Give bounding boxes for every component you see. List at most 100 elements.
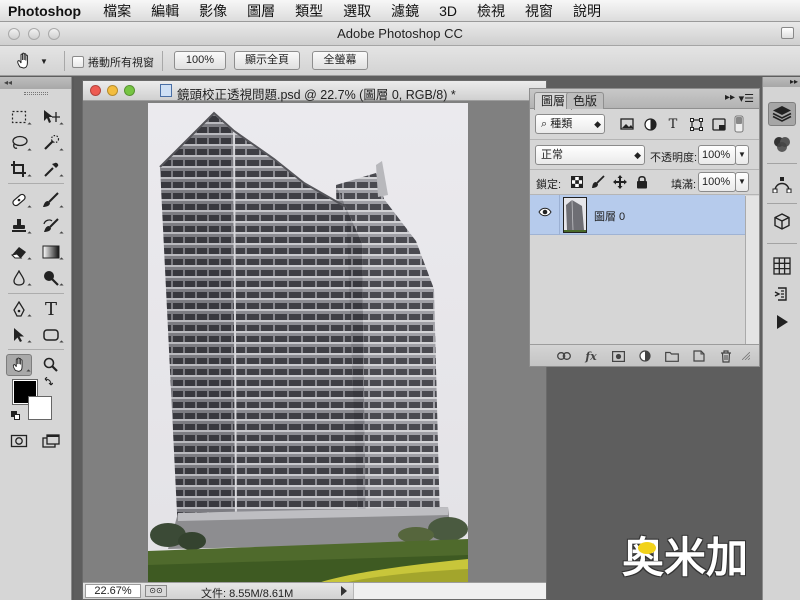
menu-file[interactable]: 檔案: [93, 1, 141, 21]
dock-collapse[interactable]: ▸▸: [763, 77, 800, 87]
path-selection-tool[interactable]: [6, 324, 32, 346]
lock-all-icon[interactable]: [633, 173, 651, 191]
quick-selection-tool[interactable]: [38, 132, 64, 154]
dodge-tool[interactable]: [38, 267, 64, 289]
filter-toggle-switch[interactable]: [734, 115, 744, 133]
scroll-all-windows-checkbox[interactable]: [72, 56, 84, 68]
layer-thumbnail[interactable]: [563, 197, 587, 233]
eraser-tool[interactable]: [6, 241, 32, 263]
lasso-tool[interactable]: [6, 132, 32, 154]
fullscreen-window-button[interactable]: [781, 27, 794, 39]
menu-filter[interactable]: 濾鏡: [381, 1, 429, 21]
move-tool[interactable]: [38, 106, 64, 128]
menu-3d[interactable]: 3D: [429, 3, 467, 19]
history-brush-tool[interactable]: [38, 215, 64, 237]
spot-healing-brush-tool[interactable]: [6, 189, 32, 211]
opacity-field[interactable]: 100%: [698, 145, 736, 165]
actual-pixels-button[interactable]: 100%: [174, 51, 226, 70]
layer-name[interactable]: 圖層 0: [594, 208, 625, 224]
swap-colors-icon[interactable]: [43, 376, 54, 390]
brush-tool[interactable]: [38, 189, 64, 211]
opacity-dropdown-icon[interactable]: ▼: [735, 145, 749, 165]
channels-icon[interactable]: [768, 132, 796, 156]
panel-menu-icon[interactable]: ▾☰: [739, 92, 754, 105]
3d-icon[interactable]: [768, 210, 796, 234]
blend-mode-select[interactable]: 正常 ◆: [535, 145, 645, 165]
layer-style-fx-icon[interactable]: fx: [583, 348, 599, 364]
rectangular-marquee-tool[interactable]: [6, 106, 32, 128]
eyedropper-tool[interactable]: [38, 158, 64, 180]
type-tool[interactable]: T: [38, 298, 64, 320]
screen-mode-button[interactable]: [38, 430, 64, 452]
status-menu-arrow-icon[interactable]: [341, 586, 347, 596]
actions-play-icon[interactable]: [768, 310, 796, 334]
document-status-bar: 22.67% ⊙⊙ 文件: 8.55M/8.61M: [83, 582, 546, 600]
link-layers-icon[interactable]: [556, 348, 572, 364]
lock-transparency-icon[interactable]: [568, 173, 586, 191]
default-colors-icon[interactable]: [11, 411, 20, 420]
layers-scrollbar[interactable]: [745, 196, 759, 344]
pen-tool[interactable]: [6, 298, 32, 320]
layer-kind-filter[interactable]: ⌕ 種類 ◆: [535, 114, 605, 134]
visibility-eye-icon[interactable]: [538, 207, 554, 223]
collapse-panel-icon[interactable]: ▸▸: [725, 92, 735, 103]
tool-preset-picker[interactable]: ▼: [14, 49, 60, 73]
new-layer-icon[interactable]: [691, 348, 707, 364]
hand-icon: [17, 52, 28, 69]
fill-field[interactable]: 100%: [698, 172, 736, 192]
hand-tool[interactable]: [6, 354, 32, 376]
chevron-down-icon: ▼: [40, 56, 48, 66]
fill-dropdown-icon[interactable]: ▼: [735, 172, 749, 192]
menu-select[interactable]: 選取: [333, 1, 381, 21]
menu-edit[interactable]: 編輯: [141, 1, 189, 21]
close-document-button[interactable]: [90, 85, 101, 96]
minimize-document-button[interactable]: [107, 85, 118, 96]
fit-screen-button[interactable]: 顯示全頁: [234, 51, 300, 70]
layer-row[interactable]: 圖層 0: [530, 195, 745, 235]
menu-view[interactable]: 檢視: [467, 1, 515, 21]
document-canvas[interactable]: [148, 103, 468, 583]
tab-channels[interactable]: 色版: [566, 92, 605, 109]
new-adjustment-layer-icon[interactable]: [637, 348, 653, 364]
lock-pixels-brush-icon[interactable]: [589, 173, 607, 191]
menu-image[interactable]: 影像: [189, 1, 237, 21]
document-tab-bar[interactable]: 鏡頭校正透視問題.psd @ 22.7% (圖層 0, RGB/8) *: [83, 81, 546, 102]
filter-adjustment-icon[interactable]: [641, 115, 659, 133]
crop-tool[interactable]: [6, 158, 32, 180]
menu-layer[interactable]: 圖層: [237, 1, 285, 21]
paths-icon[interactable]: [768, 172, 796, 196]
panel-resize-grip-icon[interactable]: [741, 348, 751, 364]
tools-panel-grip[interactable]: [23, 92, 48, 95]
menu-type[interactable]: 類型: [285, 1, 333, 21]
add-mask-icon[interactable]: [610, 348, 626, 364]
lock-position-icon[interactable]: [611, 173, 629, 191]
blend-mode-value: 正常: [541, 149, 563, 161]
blur-tool[interactable]: [6, 267, 32, 289]
filter-type-icon[interactable]: T: [664, 115, 682, 133]
zoom-level-field[interactable]: 22.67%: [85, 584, 141, 598]
background-color-swatch[interactable]: [28, 396, 52, 420]
new-group-folder-icon[interactable]: [664, 348, 680, 364]
filter-smart-object-icon[interactable]: [710, 115, 728, 133]
delete-layer-trash-icon[interactable]: [718, 348, 734, 364]
filter-pixel-icon[interactable]: [618, 115, 636, 133]
fill-screen-button[interactable]: 全螢幕: [312, 51, 368, 70]
horizontal-scrollbar[interactable]: [353, 583, 546, 599]
proof-preview-icon[interactable]: ⊙⊙: [145, 585, 167, 597]
menu-window[interactable]: 視窗: [515, 1, 563, 21]
zoom-document-button[interactable]: [124, 85, 135, 96]
filter-shape-icon[interactable]: [687, 115, 705, 133]
menu-help[interactable]: 說明: [563, 1, 611, 21]
app-menu[interactable]: Photoshop: [0, 3, 93, 19]
clone-stamp-tool[interactable]: [6, 215, 32, 237]
zoom-tool[interactable]: [38, 354, 64, 376]
swatches-icon[interactable]: [768, 254, 796, 278]
history-icon[interactable]: [768, 282, 796, 306]
menu-bar: Photoshop 檔案 編輯 影像 圖層 類型 選取 濾鏡 3D 檢視 視窗 …: [0, 0, 800, 22]
tools-panel-collapse[interactable]: ◂◂: [0, 77, 71, 89]
scroll-all-windows-option[interactable]: 捲動所有視窗: [72, 54, 154, 70]
rectangle-tool[interactable]: [38, 324, 64, 346]
quick-mask-mode-button[interactable]: [6, 430, 32, 452]
gradient-tool[interactable]: [38, 241, 64, 263]
layers-panel-icon[interactable]: [768, 102, 796, 126]
